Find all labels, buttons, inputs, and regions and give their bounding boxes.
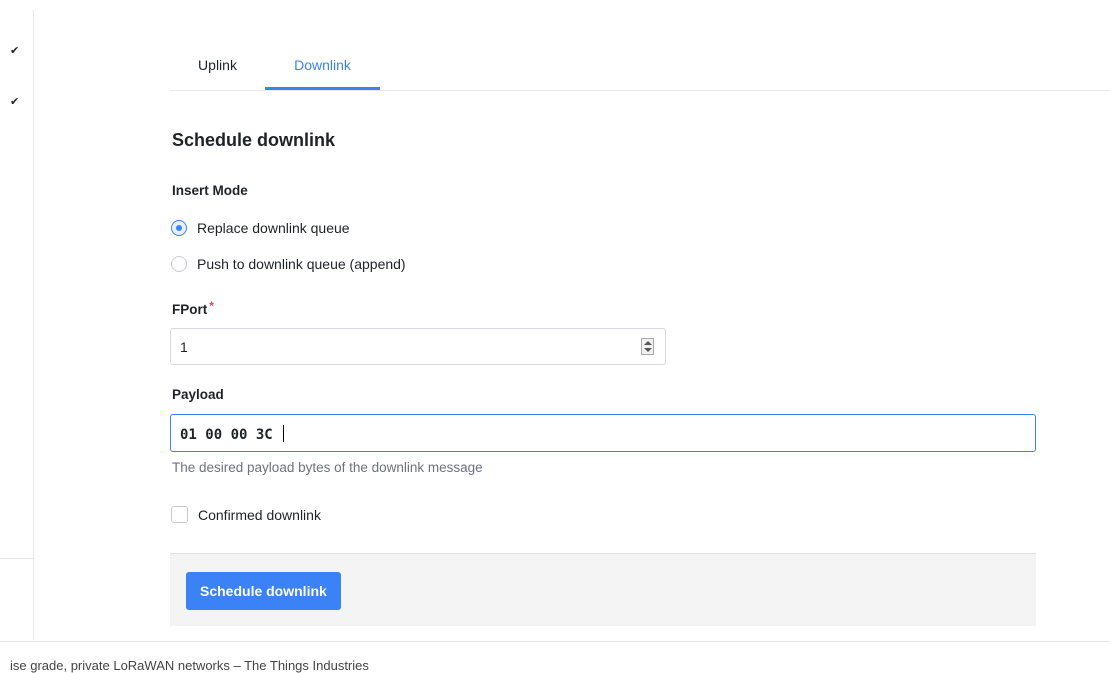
radio-button-selected[interactable] (171, 220, 187, 236)
stepper-down-icon[interactable] (644, 348, 652, 352)
confirmed-downlink-label: Confirmed downlink (198, 506, 321, 523)
page-footer-text: ise grade, private LoRaWAN networks – Th… (10, 658, 369, 673)
fport-stepper[interactable] (641, 338, 654, 355)
active-tab-indicator (265, 87, 380, 90)
page-footer-divider (0, 641, 1110, 642)
sidebar-edge (33, 10, 34, 640)
sidebar-divider (0, 558, 33, 559)
schedule-downlink-button[interactable]: Schedule downlink (186, 572, 341, 610)
radio-replace-queue-label: Replace downlink queue (197, 220, 350, 236)
fport-value: 1 (180, 339, 188, 355)
text-caret (283, 425, 285, 442)
fport-label: FPort * (172, 299, 214, 317)
fport-input[interactable]: 1 (170, 328, 666, 365)
payload-value: 01 00 00 3C (180, 425, 285, 443)
payload-help-text: The desired payload bytes of the downlin… (172, 460, 483, 475)
stepper-up-icon[interactable] (644, 341, 652, 345)
insert-mode-label: Insert Mode (172, 183, 248, 198)
required-asterisk: * (209, 299, 214, 313)
checkbox[interactable] (171, 506, 188, 523)
tab-downlink[interactable]: Downlink (265, 42, 380, 88)
tab-bar: Uplink Downlink (170, 42, 1110, 91)
fport-label-text: FPort (172, 302, 208, 317)
tab-uplink[interactable]: Uplink (170, 42, 265, 88)
radio-push-queue[interactable]: Push to downlink queue (append) (171, 256, 406, 272)
form-actions-bar: Schedule downlink (170, 553, 1036, 626)
sidebar-check-icon: ✔ (10, 45, 20, 57)
radio-push-queue-label: Push to downlink queue (append) (197, 256, 406, 272)
payload-input[interactable]: 01 00 00 3C (170, 414, 1036, 452)
sidebar-check-icon: ✔ (10, 96, 20, 108)
radio-replace-queue[interactable]: Replace downlink queue (171, 220, 350, 236)
radio-button[interactable] (171, 256, 187, 272)
payload-value-text: 01 00 00 3C (180, 427, 282, 443)
section-title: Schedule downlink (172, 130, 336, 150)
confirmed-downlink-checkbox[interactable]: Confirmed downlink (171, 506, 321, 523)
payload-label: Payload (172, 387, 224, 402)
